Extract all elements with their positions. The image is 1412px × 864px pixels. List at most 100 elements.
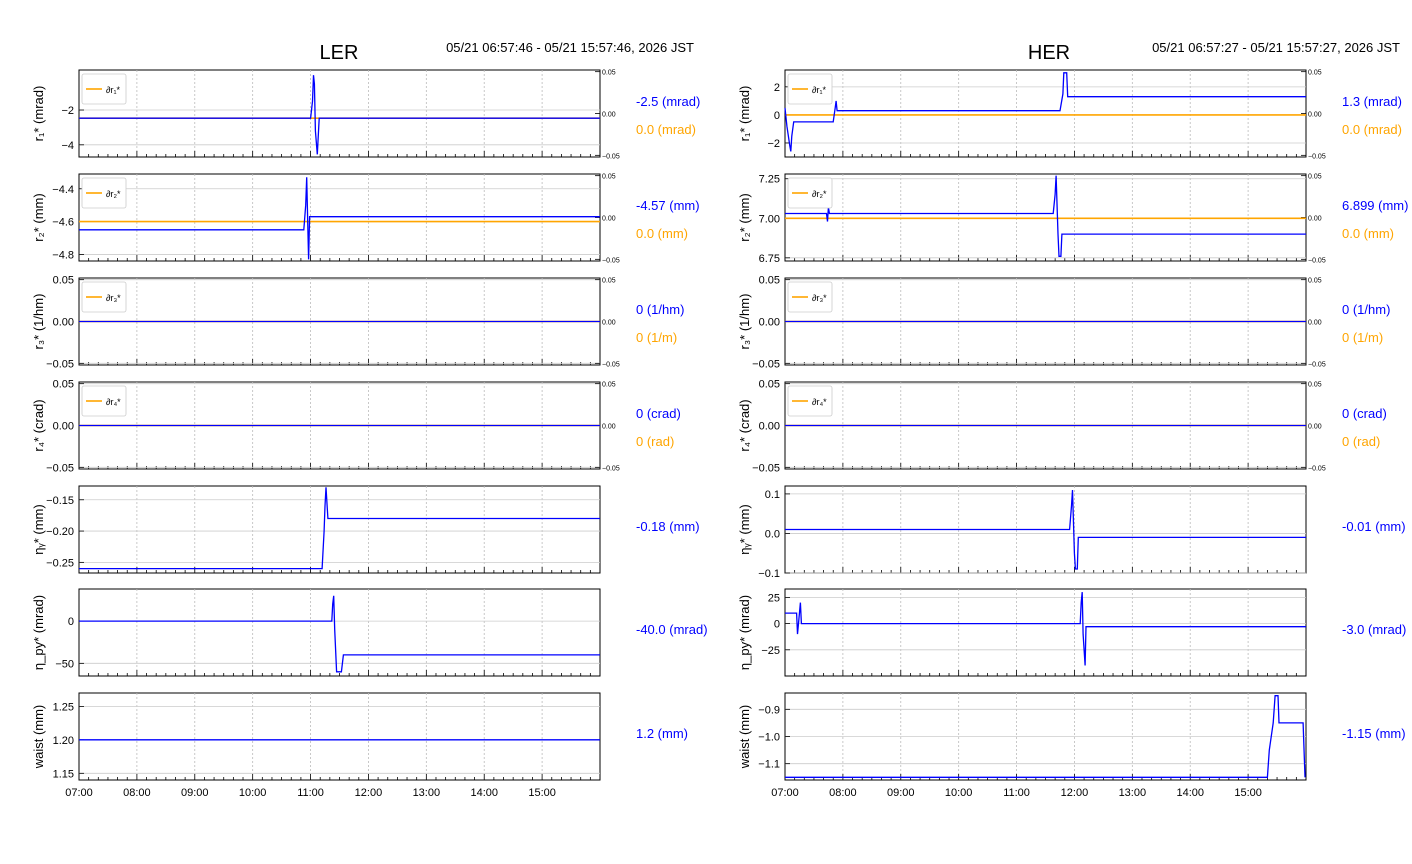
y2-tick-label: 0.00	[1308, 424, 1322, 431]
panel-1: 2 0 −2 0.05 0.00 −0.05 ∂r₁* r₁* (mrad) 1.3 (mrad…	[737, 69, 1402, 160]
x-tick-label: 08:00	[829, 787, 857, 799]
y-tick-label: 0.00	[53, 317, 74, 329]
legend-label: ∂r₂*	[812, 189, 827, 199]
panel-6: 25 0 −25 η_py* (mrad) -3.0 (mrad)	[737, 588, 1406, 677]
plot-frame	[78, 173, 601, 262]
x-tick-label: 07:00	[65, 787, 93, 799]
y-tick-label: 0	[774, 619, 780, 631]
y-tick-label: 6.75	[759, 253, 780, 265]
plot-frame	[784, 69, 1307, 158]
chart-figure: LER 05/21 06:57:46 - 05/21 15:57:46, 2026…	[31, 40, 1408, 799]
legend-label: ∂r₃*	[812, 293, 827, 303]
panel-1: −2 −4 0.05 0.00 −0.05 ∂r₁* r₁* (mrad) -2.5 (mra…	[31, 69, 700, 160]
panel-2: 7.25 7.00 6.75 0.05 0.00 −0.05 ∂r₂* r₂* (mm) 6.8…	[737, 173, 1408, 265]
x-tick-label: 13:00	[1119, 787, 1147, 799]
y-tick-label: −0.1	[758, 568, 780, 580]
legend: ∂r₁*	[787, 73, 833, 105]
y-tick-label: 1.25	[53, 701, 74, 713]
y2-tick-label: 0.05	[602, 382, 616, 389]
x-tick-label: 09:00	[181, 787, 209, 799]
current-value: -3.0 (mrad)	[1342, 622, 1406, 637]
y-axis-label: r₂* (mm)	[737, 193, 752, 241]
panel-6: 0 −50 η_py* (mrad) -40.0 (mrad)	[31, 588, 708, 677]
current-value: 0 (crad)	[1342, 406, 1387, 421]
legend-label: ∂r₁*	[812, 85, 826, 95]
y-tick-label: 7.25	[759, 174, 780, 186]
y-tick-label: 0	[68, 616, 74, 628]
y2-tick-label: 0.05	[1308, 382, 1322, 389]
y2-tick-label: 0.05	[1308, 278, 1322, 285]
y-tick-label: −2	[767, 138, 780, 150]
y-tick-label: −2	[61, 105, 74, 117]
x-tick-label: 11:00	[297, 787, 324, 799]
y-tick-label: −0.15	[46, 495, 74, 507]
y-axis-label: waist (mm)	[737, 705, 752, 770]
current-value: -4.57 (mm)	[636, 198, 700, 213]
legend-label: ∂r₃*	[106, 293, 121, 303]
y-tick-label: −50	[55, 658, 74, 670]
reference-value: 0 (rad)	[636, 434, 674, 449]
legend-label: ∂r₁*	[106, 85, 120, 95]
legend: ∂r₄*	[81, 385, 127, 417]
y2-tick-label: −0.05	[602, 465, 620, 472]
y2-tick-label: −0.05	[1308, 153, 1326, 160]
y-tick-label: 1.20	[53, 735, 74, 747]
current-value: 0 (1/hm)	[636, 302, 684, 317]
x-tick-label: 12:00	[1061, 787, 1089, 799]
x-tick-label: 10:00	[945, 787, 973, 799]
panel-4: 0.05 0.00 −0.05 0.05 0.00 −0.05 ∂r₄* r₄* (crad)…	[737, 379, 1387, 475]
panel-4: 0.05 0.00 −0.05 0.05 0.00 −0.05 ∂r₄* r₄* (crad)…	[31, 379, 681, 475]
y-tick-label: 0.1	[765, 489, 780, 501]
y-tick-label: 0.00	[759, 421, 780, 433]
y2-tick-label: −0.05	[602, 257, 620, 264]
y-tick-label: 0	[774, 110, 780, 122]
panel-5: 0.1 0.0 −0.1 ηᵧ* (mm) -0.01 (mm)	[737, 485, 1406, 580]
current-value: -40.0 (mrad)	[636, 622, 708, 637]
y2-tick-label: 0.00	[602, 216, 616, 223]
y-axis-label: r₁* (mrad)	[31, 86, 46, 142]
y-tick-label: 25	[768, 592, 780, 604]
current-value: 6.899 (mm)	[1342, 198, 1408, 213]
legend-label: ∂r₂*	[106, 189, 121, 199]
y2-tick-label: 0.00	[1308, 320, 1322, 327]
panel-2: −4.4 −4.6 −4.8 0.05 0.00 −0.05 ∂r₂* r₂* (mm) -4.…	[31, 173, 700, 264]
plot-frame	[784, 588, 1307, 677]
y2-tick-label: 0.05	[602, 70, 616, 77]
y-axis-label: r₃* (1/hm)	[737, 294, 752, 350]
y-axis-label: η_py* (mrad)	[31, 595, 46, 670]
current-value: -0.01 (mm)	[1342, 519, 1406, 534]
x-tick-label: 12:00	[355, 787, 383, 799]
y-tick-label: 0.05	[53, 275, 74, 287]
y-axis-label: r₄* (crad)	[31, 399, 46, 451]
panel-7: 1.25 1.20 1.15 waist (mm) 1.2 (mm) 07:00 08:00…	[31, 692, 688, 799]
y2-tick-label: 0.00	[602, 320, 616, 327]
legend-label: ∂r₄*	[106, 397, 121, 407]
y2-tick-label: 0.05	[1308, 174, 1322, 181]
reference-value: 0 (rad)	[1342, 434, 1380, 449]
y-tick-label: −0.25	[46, 557, 74, 569]
chart-her: HER 05/21 06:57:27 - 05/21 15:57:27, 2026…	[737, 40, 1408, 799]
y-tick-label: −0.05	[46, 462, 74, 474]
current-value: 1.3 (mrad)	[1342, 94, 1402, 109]
x-tick-label: 08:00	[123, 787, 151, 799]
reference-value: 0 (1/m)	[1342, 330, 1383, 345]
legend-label: ∂r₄*	[812, 397, 827, 407]
y2-tick-label: −0.05	[1308, 361, 1326, 368]
reference-value: 0.0 (mrad)	[636, 122, 696, 137]
y-tick-label: 0.05	[53, 379, 74, 391]
y-tick-label: −0.9	[758, 704, 780, 716]
y-axis-label: r₂* (mm)	[31, 193, 46, 241]
y-tick-label: −1.0	[758, 732, 780, 744]
y2-tick-label: −0.05	[602, 153, 620, 160]
reference-value: 0.0 (mm)	[636, 226, 688, 241]
y-tick-label: 0.05	[759, 275, 780, 287]
legend: ∂r₄*	[787, 385, 833, 417]
x-tick-label: 13:00	[413, 787, 441, 799]
current-value: 0 (1/hm)	[1342, 302, 1390, 317]
y-tick-label: 0.0	[765, 528, 780, 540]
y2-tick-label: −0.05	[1308, 257, 1326, 264]
x-tick-label: 10:00	[239, 787, 267, 799]
reference-value: 0.0 (mrad)	[1342, 122, 1402, 137]
x-tick-label: 15:00	[1234, 787, 1262, 799]
legend: ∂r₃*	[787, 281, 833, 313]
